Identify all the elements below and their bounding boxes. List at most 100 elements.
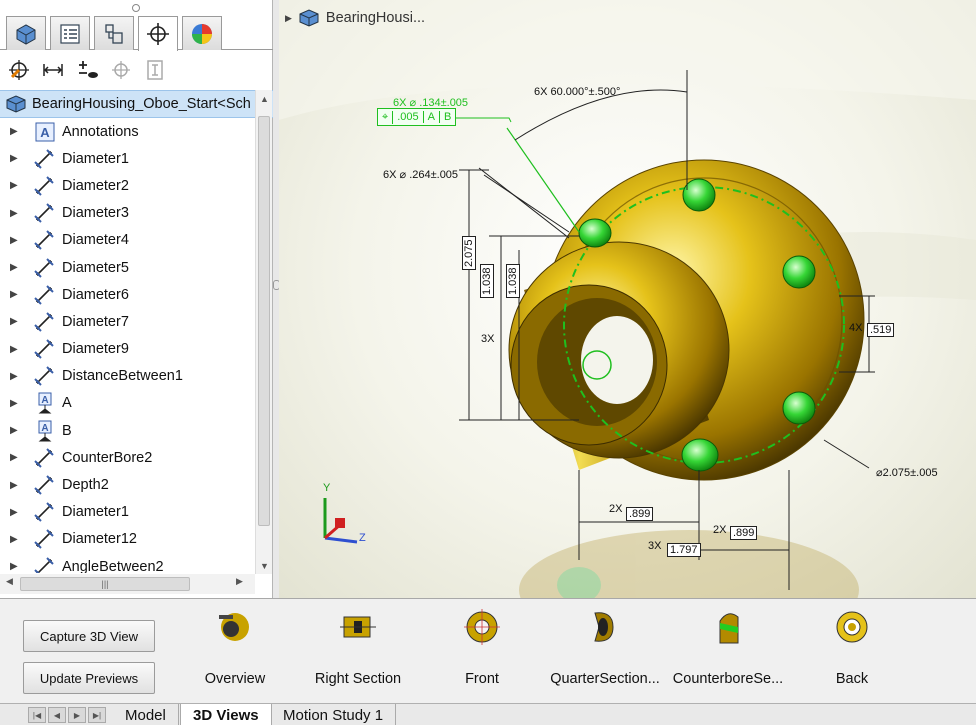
breadcrumb[interactable]: ▶ BearingHousi... bbox=[285, 8, 425, 28]
expand-icon[interactable]: ▶ bbox=[10, 126, 20, 137]
last-tab-icon[interactable]: ▶| bbox=[88, 707, 106, 723]
tab-feature-manager[interactable] bbox=[6, 16, 46, 50]
scroll-thumb[interactable] bbox=[258, 116, 270, 526]
tree-item[interactable]: ▶ Diameter2 bbox=[0, 172, 255, 199]
tab-3d-views[interactable]: 3D Views bbox=[180, 704, 272, 725]
dimension-value-box[interactable]: 1.038 bbox=[506, 264, 520, 298]
tree-item[interactable]: ▶ Diameter9 bbox=[0, 336, 255, 363]
expand-icon[interactable]: ▶ bbox=[10, 235, 20, 246]
tree-item-label: B bbox=[62, 422, 72, 439]
expand-icon[interactable]: ▶ bbox=[10, 452, 20, 463]
tree-horizontal-scrollbar[interactable]: ◀ ||| ▶ bbox=[0, 574, 255, 594]
part-icon bbox=[299, 9, 319, 27]
hscroll-thumb[interactable]: ||| bbox=[20, 577, 190, 591]
capture-3d-view-button[interactable]: Capture 3D View bbox=[23, 620, 155, 652]
tree-item-label: DistanceBetween1 bbox=[62, 368, 183, 385]
tree-item[interactable]: ▶ Diameter1 bbox=[0, 145, 255, 172]
view-label: Front bbox=[465, 671, 499, 687]
expand-icon[interactable]: ▶ bbox=[10, 344, 20, 355]
dimension-text[interactable]: 3X bbox=[648, 540, 661, 552]
dimension-text[interactable]: 3X bbox=[481, 333, 494, 345]
dimension-value-box[interactable]: .519 bbox=[867, 323, 895, 337]
tree-item[interactable]: ▶ A B bbox=[0, 417, 255, 444]
update-previews-button[interactable]: Update Previews bbox=[23, 662, 155, 694]
dimension-value-box[interactable]: .899 bbox=[626, 507, 654, 521]
expand-icon[interactable]: ▶ bbox=[10, 507, 20, 518]
dimension-value-box[interactable]: 2.075 bbox=[462, 236, 476, 270]
expand-icon[interactable]: ▶ bbox=[10, 208, 20, 219]
dimension-value-box[interactable]: 1.797 bbox=[667, 543, 701, 557]
display-manager-icon bbox=[192, 23, 212, 44]
datum-button[interactable] bbox=[108, 57, 134, 83]
tree-item[interactable]: ▶ Diameter5 bbox=[0, 254, 255, 281]
tab-model[interactable]: Model bbox=[113, 704, 179, 725]
axis-label: Z bbox=[359, 532, 366, 544]
tree-item[interactable]: ▶ CounterBore2 bbox=[0, 444, 255, 471]
auto-dimension-scheme-button[interactable] bbox=[6, 57, 32, 83]
expand-icon[interactable]: ▶ bbox=[10, 262, 20, 273]
view-thumbnail[interactable]: QuarterSection... bbox=[545, 605, 665, 697]
geometric-tolerance-button[interactable] bbox=[142, 57, 168, 83]
size-dimension-button[interactable] bbox=[74, 57, 100, 83]
tree-item[interactable]: ▶ Diameter6 bbox=[0, 281, 255, 308]
property-list-icon bbox=[60, 23, 80, 44]
tab-configuration-manager[interactable] bbox=[94, 16, 134, 50]
prev-tab-icon[interactable]: ◀ bbox=[48, 707, 66, 723]
view-thumbnail[interactable]: Front bbox=[422, 605, 542, 697]
expand-icon[interactable]: ▶ bbox=[10, 316, 20, 327]
tab-motion-study[interactable]: Motion Study 1 bbox=[271, 704, 397, 725]
tree-item[interactable]: ▶ AngleBetween2 bbox=[0, 553, 255, 573]
view-thumbnail[interactable]: Right Section bbox=[298, 605, 418, 697]
expand-icon[interactable]: ▶ bbox=[10, 371, 20, 382]
expand-icon[interactable]: ▶ bbox=[10, 480, 20, 491]
dimension-text[interactable]: 6X 60.000°±.500° bbox=[534, 86, 620, 98]
dimension-value-box[interactable]: 1.038 bbox=[480, 264, 494, 298]
expand-icon[interactable]: ▶ bbox=[10, 534, 20, 545]
dimension-text[interactable]: 6X ⌀ .264±.005 bbox=[383, 168, 458, 181]
pane-grip[interactable] bbox=[0, 0, 273, 14]
scroll-up-icon[interactable]: ▲ bbox=[256, 90, 273, 107]
document-tabs: |◀ ◀ ▶ ▶| Model 3D Views Motion Study 1 bbox=[0, 703, 976, 725]
view-thumbnail[interactable]: Back bbox=[792, 605, 912, 697]
datum-icon: A bbox=[32, 392, 58, 414]
first-tab-icon[interactable]: |◀ bbox=[28, 707, 46, 723]
dimension-text[interactable]: 2X bbox=[609, 503, 622, 515]
tree-item-label: A bbox=[62, 395, 72, 412]
tree-item[interactable]: ▶ A A bbox=[0, 390, 255, 417]
scroll-right-icon[interactable]: ▶ bbox=[236, 576, 243, 587]
scroll-down-icon[interactable]: ▼ bbox=[256, 557, 273, 574]
expand-icon[interactable]: ▶ bbox=[10, 425, 20, 436]
dimension-text[interactable]: 4X bbox=[849, 322, 862, 334]
tab-property-manager[interactable] bbox=[50, 16, 90, 50]
dimension-value-box[interactable]: .899 bbox=[730, 526, 758, 540]
view-thumbnail[interactable]: Overview bbox=[175, 605, 295, 697]
tree-item[interactable]: ▶ Diameter12 bbox=[0, 526, 255, 553]
expand-icon[interactable]: ▶ bbox=[10, 289, 20, 300]
tab-display-manager[interactable] bbox=[182, 16, 222, 50]
tree-item[interactable]: ▶ Depth2 bbox=[0, 471, 255, 498]
feature-control-frame[interactable]: ⌖ .005 A B bbox=[377, 108, 457, 126]
location-dimension-button[interactable] bbox=[40, 57, 66, 83]
tree-item[interactable]: ▶ DistanceBetween1 bbox=[0, 363, 255, 390]
part-icon bbox=[6, 95, 26, 113]
expand-icon[interactable]: ▶ bbox=[10, 398, 20, 409]
tree-item[interactable]: ▶ Diameter7 bbox=[0, 308, 255, 335]
tree-root-part[interactable]: BearingHousing_Oboe_Start<Sch bbox=[0, 90, 273, 118]
tree-vertical-scrollbar[interactable]: ▲ ▼ bbox=[255, 90, 272, 574]
view-thumbnail[interactable]: CounterboreSe... bbox=[668, 605, 788, 697]
tree-item[interactable]: ▶ Diameter3 bbox=[0, 200, 255, 227]
tree-item[interactable]: ▶ A Annotations bbox=[0, 118, 255, 145]
scroll-left-icon[interactable]: ◀ bbox=[6, 576, 13, 587]
dimension-text[interactable]: ⌀2.075±.005 bbox=[876, 466, 938, 479]
expand-icon[interactable]: ▶ bbox=[10, 153, 20, 164]
tree-item[interactable]: ▶ Diameter4 bbox=[0, 227, 255, 254]
tree-item[interactable]: ▶ Diameter1 bbox=[0, 499, 255, 526]
breadcrumb-expand-icon[interactable]: ▶ bbox=[285, 13, 292, 24]
dimension-text[interactable]: 2X bbox=[713, 524, 726, 536]
next-tab-icon[interactable]: ▶ bbox=[68, 707, 86, 723]
expand-icon[interactable]: ▶ bbox=[10, 180, 20, 191]
tab-dimxpert-manager[interactable] bbox=[138, 16, 178, 51]
datum-icon: A bbox=[32, 420, 58, 442]
graphics-area[interactable]: ▶ BearingHousi... 6X ⌀ .134±.005 6X 60.00… bbox=[279, 0, 976, 598]
expand-icon[interactable]: ▶ bbox=[10, 561, 20, 572]
